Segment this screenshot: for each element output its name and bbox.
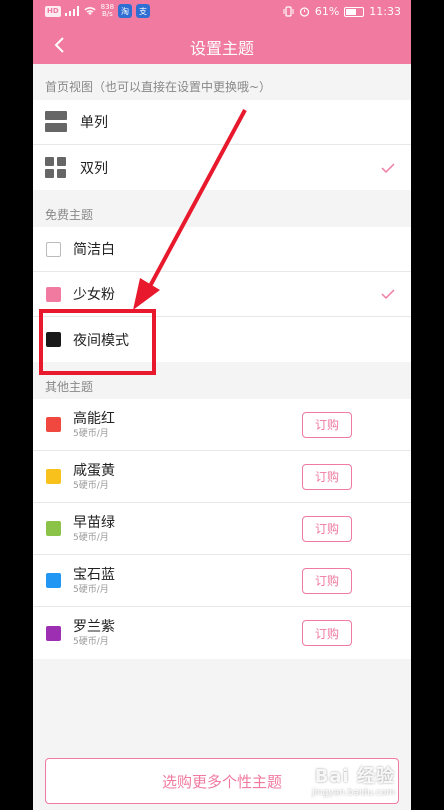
theme-label: 少女粉: [73, 287, 115, 303]
theme-price: 5硬币/月: [73, 637, 109, 647]
theme-label: 早苗绿: [73, 514, 115, 531]
home-view-list: 单列 双列: [33, 100, 411, 190]
check-icon: [381, 162, 395, 173]
alarm-icon: [299, 7, 309, 17]
theme-label: 高能红: [73, 410, 115, 427]
taobao-app-icon: 淘: [118, 4, 133, 18]
battery-icon: [344, 6, 365, 17]
theme-label: 咸蛋黄: [73, 462, 115, 479]
watermark-logo: Bai 经验: [314, 766, 395, 787]
phone-screen: HD 838 B/s 淘 支 61% 11:33 设置主题 首页视图（也可以直接…: [33, 0, 411, 810]
theme-price: 5硬币/月: [73, 480, 109, 491]
theme-price: 5硬币/月: [73, 428, 109, 439]
signal-icon: [64, 6, 79, 16]
other-themes-section-title: 其他主题: [45, 380, 94, 394]
battery-percent: 61%: [314, 5, 340, 18]
theme-option-yellow[interactable]: 咸蛋黄 5硬币/月 订购: [33, 451, 411, 503]
theme-swatch: [46, 417, 61, 432]
net-speed-unit: B/s: [101, 10, 113, 18]
layout-option-label: 单列: [80, 115, 108, 131]
theme-swatch: [46, 241, 61, 257]
double-column-icon: [45, 156, 67, 179]
layout-option-label: 双列: [80, 160, 108, 177]
annotation-highlight-box: [39, 309, 156, 375]
clock: 11:33: [369, 5, 401, 18]
watermark-url: jingyan.baidu.com: [311, 788, 395, 798]
layout-option-double[interactable]: 双列: [33, 145, 411, 190]
theme-price: 5硬币/月: [73, 532, 109, 543]
buy-button[interactable]: 订购: [302, 567, 352, 594]
theme-label: 简洁白: [73, 242, 115, 258]
theme-swatch: [46, 625, 61, 641]
status-bar: HD 838 B/s 淘 支 61% 11:33: [33, 0, 411, 26]
theme-option-blue[interactable]: 宝石蓝 5硬币/月 订购: [33, 555, 411, 607]
theme-swatch: [46, 521, 61, 536]
vibrate-icon: [283, 6, 294, 17]
buy-button[interactable]: 订购: [302, 515, 352, 542]
net-speed: 838 B/s: [101, 4, 114, 18]
title-bar: 设置主题: [33, 26, 411, 64]
theme-label: 罗兰紫: [73, 619, 115, 635]
theme-option-white[interactable]: 简洁白: [33, 227, 411, 272]
theme-price: 5硬币/月: [73, 584, 109, 595]
carrier-chip: HD: [45, 5, 61, 17]
theme-swatch: [46, 286, 61, 302]
buy-button[interactable]: 订购: [302, 411, 352, 438]
watermark: Bai 经验 jingyan.baidu.com: [312, 762, 395, 798]
check-icon: [381, 289, 395, 300]
theme-option-purple[interactable]: 罗兰紫 5硬币/月 订购: [33, 607, 411, 659]
page-title: 设置主题: [189, 39, 254, 58]
paid-themes-list: 高能红 5硬币/月 订购 咸蛋黄 5硬币/月 订购 早苗绿 5硬币/月 订购 宝…: [33, 399, 411, 659]
theme-swatch: [46, 469, 61, 484]
layout-option-single[interactable]: 单列: [33, 100, 411, 145]
alipay-app-icon: 支: [136, 4, 151, 18]
buy-button[interactable]: 订购: [302, 463, 352, 490]
free-themes-section-title: 免费主题: [45, 208, 94, 222]
buy-button[interactable]: 订购: [302, 620, 352, 646]
single-column-icon: [45, 111, 67, 133]
home-view-section-title: 首页视图（也可以直接在设置中更换哦~）: [45, 80, 272, 94]
theme-option-green[interactable]: 早苗绿 5硬币/月 订购: [33, 503, 411, 555]
wifi-icon: [84, 7, 96, 15]
theme-option-red[interactable]: 高能红 5硬币/月 订购: [33, 399, 411, 451]
theme-label: 宝石蓝: [73, 566, 115, 583]
theme-swatch: [46, 573, 61, 588]
